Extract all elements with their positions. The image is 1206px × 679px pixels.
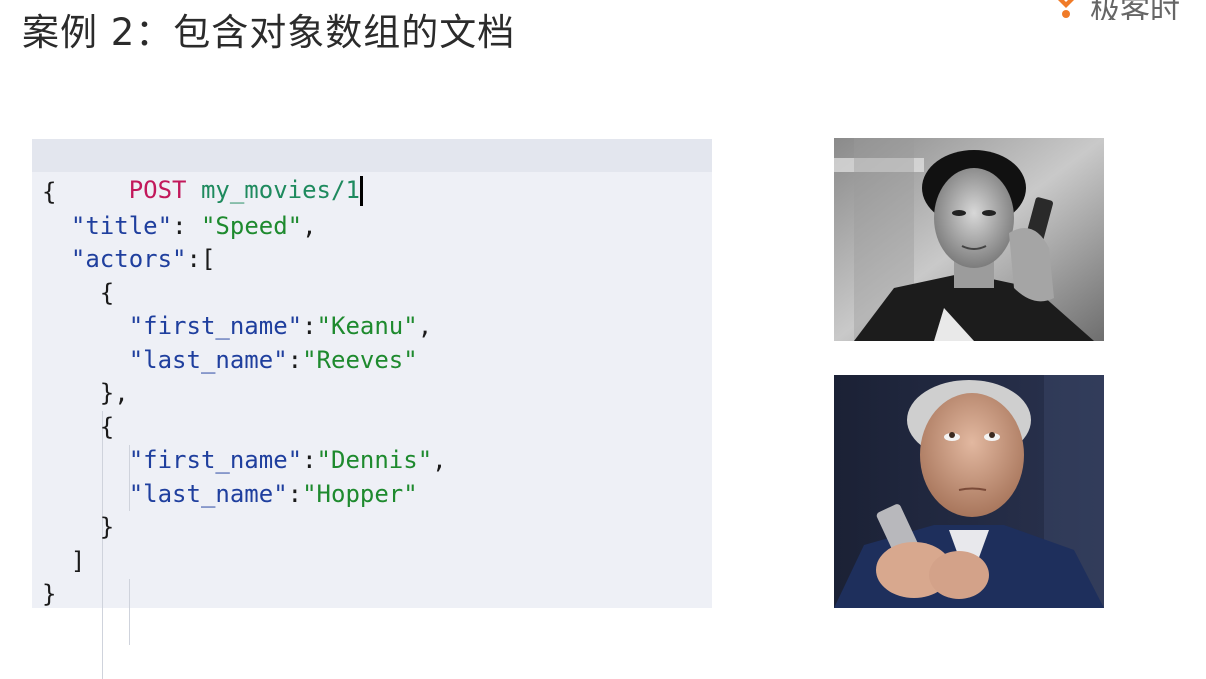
code-line: { — [42, 178, 57, 206]
code-line: { — [99, 279, 115, 307]
logo-icon — [1058, 0, 1074, 18]
slide-title: 案例 2：包含对象数组的文档 — [22, 11, 516, 54]
code-line: } — [42, 580, 57, 608]
text-cursor — [359, 176, 363, 206]
code-line: "last_name":"Reeves" — [128, 346, 418, 374]
logo-text: 极客时 — [1090, 0, 1180, 20]
code-line-request: POST my_movies/1 — [42, 141, 363, 206]
code-line: }, — [99, 379, 129, 407]
code-editor[interactable]: POST my_movies/1 { "title": "Speed", "ac… — [32, 139, 712, 679]
code-line: } — [99, 513, 115, 541]
dennis-hopper-photo — [834, 375, 1104, 608]
code-line: "last_name":"Hopper" — [128, 480, 418, 508]
code-content: POST my_movies/1 { "title": "Speed", "ac… — [32, 139, 712, 608]
code-line: "title": "Speed", — [70, 212, 317, 240]
code-line: { — [99, 413, 115, 441]
logo: 极客时 — [1046, 0, 1206, 20]
http-method: POST — [128, 176, 187, 204]
code-line: "first_name":"Keanu", — [128, 312, 433, 340]
request-path: my_movies/1 — [200, 176, 360, 204]
keanu-reeves-photo — [834, 138, 1104, 341]
code-line: ] — [70, 547, 86, 575]
code-line: "first_name":"Dennis", — [128, 446, 447, 474]
code-line: "actors":[ — [70, 245, 216, 273]
